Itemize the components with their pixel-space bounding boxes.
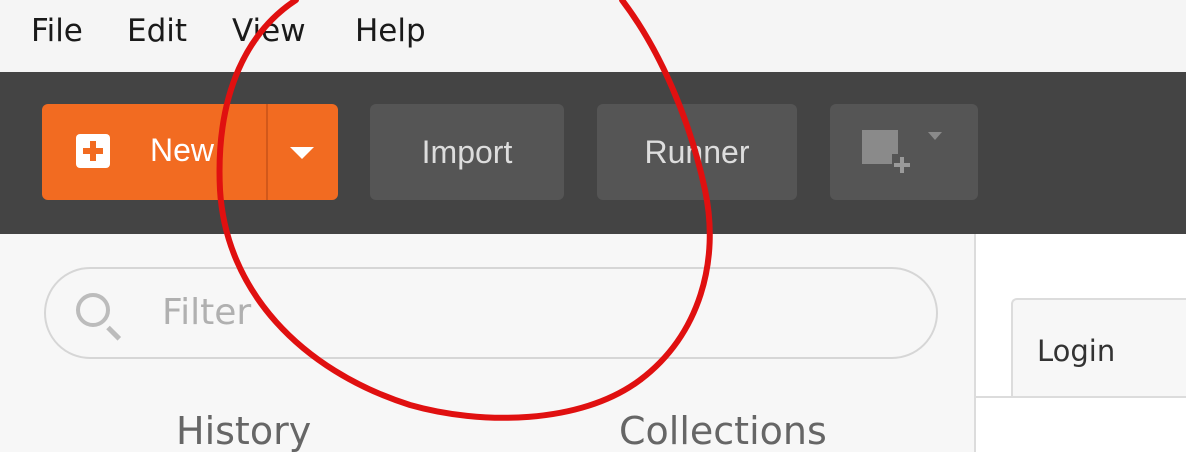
plus-square-icon xyxy=(76,134,110,168)
import-button[interactable]: Import xyxy=(370,104,564,200)
new-window-button[interactable] xyxy=(830,104,978,200)
tab-history[interactable]: History xyxy=(176,412,311,450)
tab-bar-divider xyxy=(976,396,1186,398)
search-icon-handle xyxy=(106,325,122,341)
menu-help[interactable]: Help xyxy=(355,16,426,47)
new-button-label: New xyxy=(150,132,215,168)
sidebar: Filter History Collections xyxy=(0,234,976,452)
toolbar: New Import Runner xyxy=(0,72,1186,234)
main-pane: Login xyxy=(976,234,1186,452)
caret-down-icon[interactable] xyxy=(290,147,314,159)
new-window-icon xyxy=(862,130,942,176)
request-tab-label: Login xyxy=(1037,334,1116,368)
search-icon xyxy=(76,293,110,327)
new-button-divider xyxy=(266,104,268,200)
new-button[interactable]: New xyxy=(42,104,338,200)
menu-bar: File Edit View Help xyxy=(0,0,1186,72)
filter-placeholder: Filter xyxy=(162,292,252,333)
menu-edit[interactable]: Edit xyxy=(127,16,187,47)
menu-view[interactable]: View xyxy=(232,16,306,47)
filter-input[interactable]: Filter xyxy=(44,267,938,359)
menu-file[interactable]: File xyxy=(31,16,83,47)
request-tab-login[interactable]: Login xyxy=(1011,298,1186,396)
tab-collections[interactable]: Collections xyxy=(619,412,827,450)
runner-button[interactable]: Runner xyxy=(597,104,797,200)
